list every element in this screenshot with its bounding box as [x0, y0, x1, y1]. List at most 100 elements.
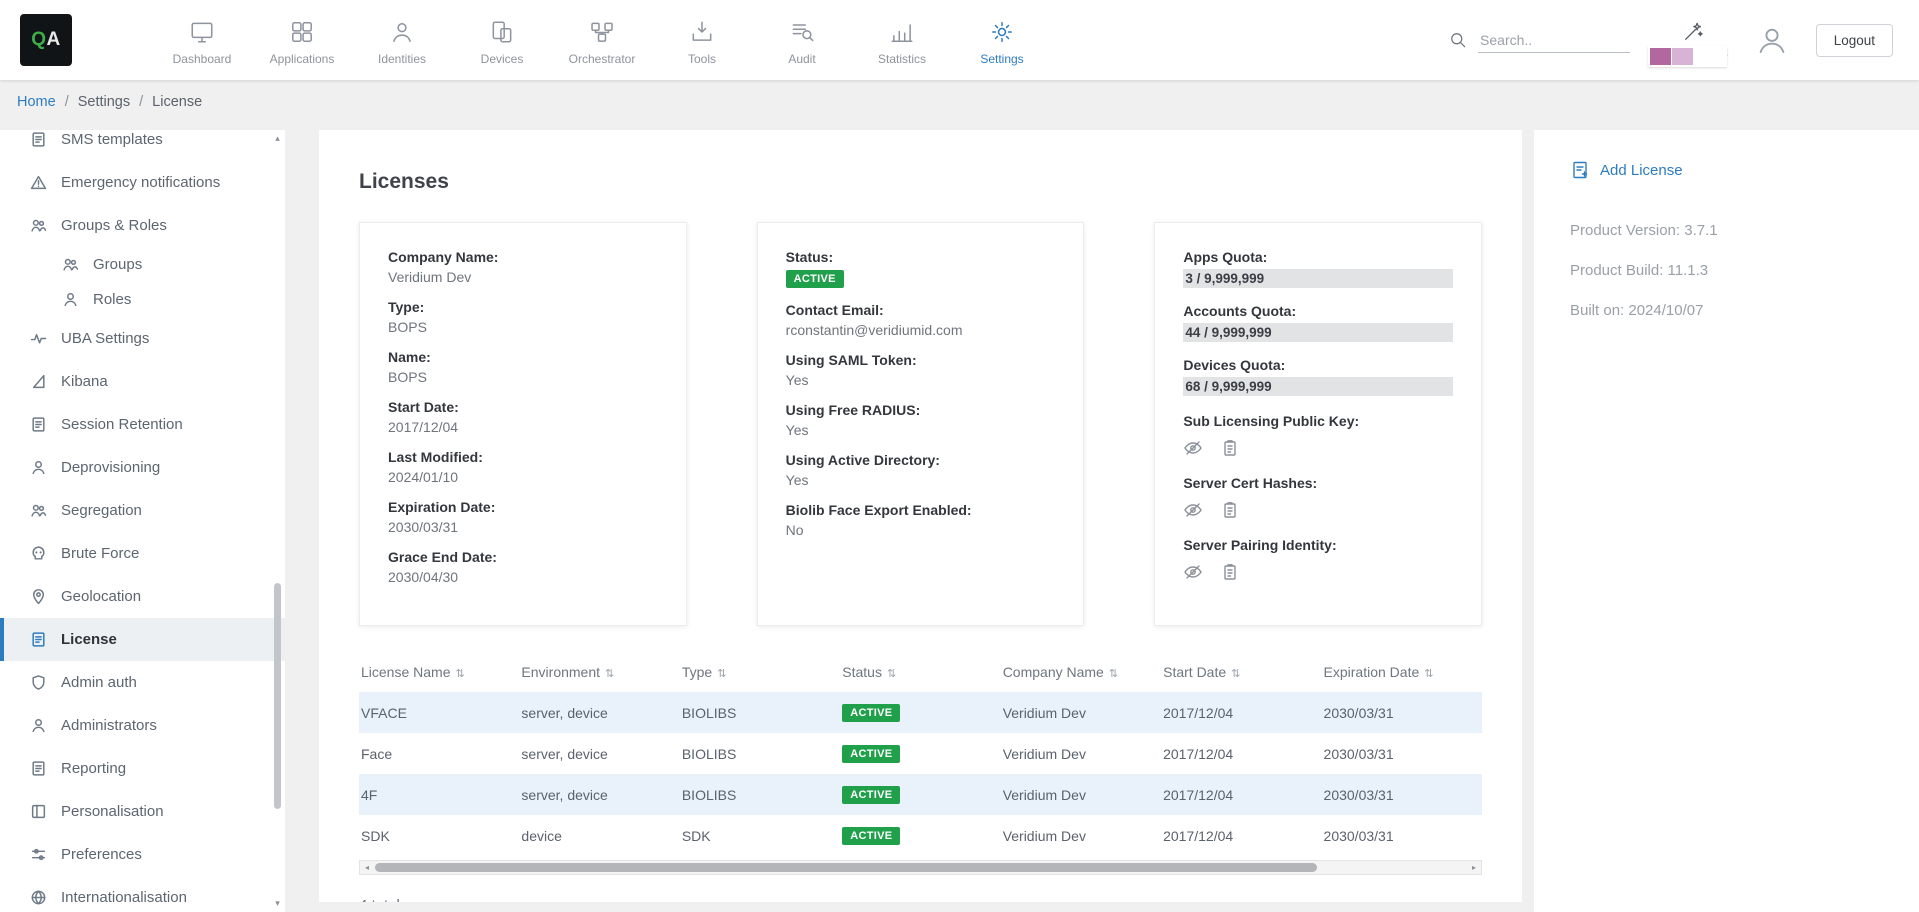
table-row[interactable]: 4F server, device BIOLIBS ACTIVE Veridiu…	[359, 774, 1482, 815]
sidebar-scrollbar: ▴ ▾	[271, 132, 284, 910]
sidebar-item-emergency-notifications[interactable]: Emergency notifications	[0, 161, 285, 204]
breadcrumb-settings[interactable]: Settings	[78, 94, 130, 110]
sidebar-item-session-retention[interactable]: Session Retention	[0, 403, 285, 446]
sidebar-item-groups[interactable]: Groups	[0, 247, 285, 282]
dashboard-icon	[189, 19, 215, 45]
field-label: Using SAML Token:	[786, 352, 1056, 368]
table-horizontal-scrollbar: ◂ ▸	[359, 860, 1482, 875]
app-logo[interactable]: QA	[20, 14, 72, 66]
tools-icon	[689, 19, 715, 45]
column-header-status[interactable]: Status⇅	[840, 658, 1000, 692]
reveal-cert-hashes-button[interactable]	[1183, 500, 1203, 520]
nav-item-applications[interactable]: Applications	[252, 15, 352, 66]
search-input[interactable]	[1478, 28, 1630, 53]
field-label: Accounts Quota:	[1183, 303, 1453, 319]
shield-icon	[30, 674, 47, 691]
sidebar-item-license[interactable]: License	[0, 618, 285, 661]
column-header-expiration-date[interactable]: Expiration Date⇅	[1322, 658, 1482, 692]
nav-item-settings[interactable]: Settings	[952, 15, 1052, 66]
breadcrumb-home[interactable]: Home	[17, 94, 56, 110]
apps-quota-bar: 3 / 9,999,999	[1183, 269, 1453, 288]
user-avatar[interactable]	[1756, 24, 1788, 56]
cell-status: ACTIVE	[840, 692, 1000, 733]
column-header-environment[interactable]: Environment ⇅	[519, 658, 679, 692]
cell-company: Veridium Dev	[1001, 815, 1161, 856]
nav-item-orchestrator[interactable]: Orchestrator	[552, 15, 652, 66]
copy-sub-key-button[interactable]	[1220, 438, 1240, 458]
sidebar-item-segregation[interactable]: Segregation	[0, 489, 285, 532]
nav-label: Devices	[481, 52, 524, 66]
top-bar: QA Dashboard Applications Identities Dev…	[0, 0, 1919, 80]
field-label: Biolib Face Export Enabled:	[786, 502, 1056, 518]
column-header-license-name[interactable]: License Name ⇅	[359, 658, 519, 692]
nav-item-devices[interactable]: Devices	[452, 15, 552, 66]
field-value: BOPS	[388, 369, 658, 385]
scroll-left-arrow[interactable]: ◂	[360, 861, 374, 874]
sort-icon: ⇅	[456, 668, 465, 680]
table-row[interactable]: VFACE server, device BIOLIBS ACTIVE Veri…	[359, 692, 1482, 733]
sidebar-item-geolocation[interactable]: Geolocation	[0, 575, 285, 618]
nav-item-tools[interactable]: Tools	[652, 15, 752, 66]
reveal-pairing-identity-button[interactable]	[1183, 562, 1203, 582]
field-label: Devices Quota:	[1183, 357, 1453, 373]
sidebar-item-label: License	[61, 631, 117, 648]
sidebar-item-kibana[interactable]: Kibana	[0, 360, 285, 403]
column-label: Environment	[521, 664, 600, 680]
sidebar-item-administrators[interactable]: Administrators	[0, 704, 285, 747]
sidebar-item-personalisation[interactable]: Personalisation	[0, 790, 285, 833]
status-badge: ACTIVE	[842, 827, 900, 845]
sidebar-item-internationalisation[interactable]: Internationalisation	[0, 876, 285, 912]
add-license-icon	[1570, 160, 1590, 180]
scrollbar-thumb[interactable]	[375, 863, 1317, 872]
nav-item-identities[interactable]: Identities	[352, 15, 452, 66]
settings-icon	[989, 19, 1015, 45]
sidebar-item-admin-auth[interactable]: Admin auth	[0, 661, 285, 704]
nav-label: Applications	[270, 52, 335, 66]
cell-environment: server, device	[519, 774, 679, 815]
skull-icon	[30, 545, 47, 562]
sidebar-item-deprovisioning[interactable]: Deprovisioning	[0, 446, 285, 489]
table-row[interactable]: Face server, device BIOLIBS ACTIVE Verid…	[359, 733, 1482, 774]
field-value: BOPS	[388, 319, 658, 335]
logo-text-a: A	[47, 29, 61, 51]
nav-item-dashboard[interactable]: Dashboard	[152, 15, 252, 66]
search-icon[interactable]	[1448, 30, 1468, 50]
scroll-down-arrow[interactable]: ▾	[271, 897, 284, 910]
sidebar-item-label: Kibana	[61, 373, 108, 390]
scroll-right-arrow[interactable]: ▸	[1467, 861, 1481, 874]
breadcrumb-separator: /	[65, 94, 69, 110]
reveal-sub-key-button[interactable]	[1183, 438, 1203, 458]
copy-cert-hashes-button[interactable]	[1220, 500, 1240, 520]
sidebar-item-reporting[interactable]: Reporting	[0, 747, 285, 790]
sort-icon: ⇅	[605, 668, 614, 680]
sidebar-item-label: Emergency notifications	[61, 174, 220, 191]
column-header-start-date[interactable]: Start Date⇅	[1161, 658, 1321, 692]
sidebar-item-brute-force[interactable]: Brute Force	[0, 532, 285, 575]
nav-item-statistics[interactable]: Statistics	[852, 15, 952, 66]
column-header-type[interactable]: Type⇅	[680, 658, 840, 692]
sidebar-item-preferences[interactable]: Preferences	[0, 833, 285, 876]
sidebar-item-groups-roles[interactable]: Groups & Roles	[0, 204, 285, 247]
sidebar-item-sms-templates[interactable]: SMS templates	[0, 130, 285, 161]
sidebar-item-roles[interactable]: Roles	[0, 282, 285, 317]
field-value: 2017/12/04	[388, 419, 658, 435]
column-label: License Name	[361, 664, 451, 680]
column-header-company-name[interactable]: Company Name⇅	[1001, 658, 1161, 692]
field-value: Yes	[786, 472, 1056, 488]
preferences-icon	[30, 846, 47, 863]
sidebar-item-uba-settings[interactable]: UBA Settings	[0, 317, 285, 360]
copy-pairing-identity-button[interactable]	[1220, 562, 1240, 582]
scroll-up-arrow[interactable]: ▴	[271, 132, 284, 145]
scrollbar-thumb[interactable]	[274, 583, 281, 809]
devices-icon	[489, 19, 515, 45]
nav-label: Settings	[980, 52, 1023, 66]
nav-item-audit[interactable]: Audit	[752, 15, 852, 66]
cell-expiration-date: 2030/03/31	[1322, 774, 1482, 815]
nav-label: Audit	[788, 52, 815, 66]
sidebar-item-label: Groups	[93, 256, 142, 273]
table-row[interactable]: SDK device SDK ACTIVE Veridium Dev 2017/…	[359, 815, 1482, 856]
product-version: Product Version: 3.7.1	[1570, 222, 1883, 239]
logout-button[interactable]: Logout	[1816, 24, 1893, 57]
add-license-button[interactable]: Add License	[1570, 160, 1883, 180]
status-badge: ACTIVE	[842, 745, 900, 763]
